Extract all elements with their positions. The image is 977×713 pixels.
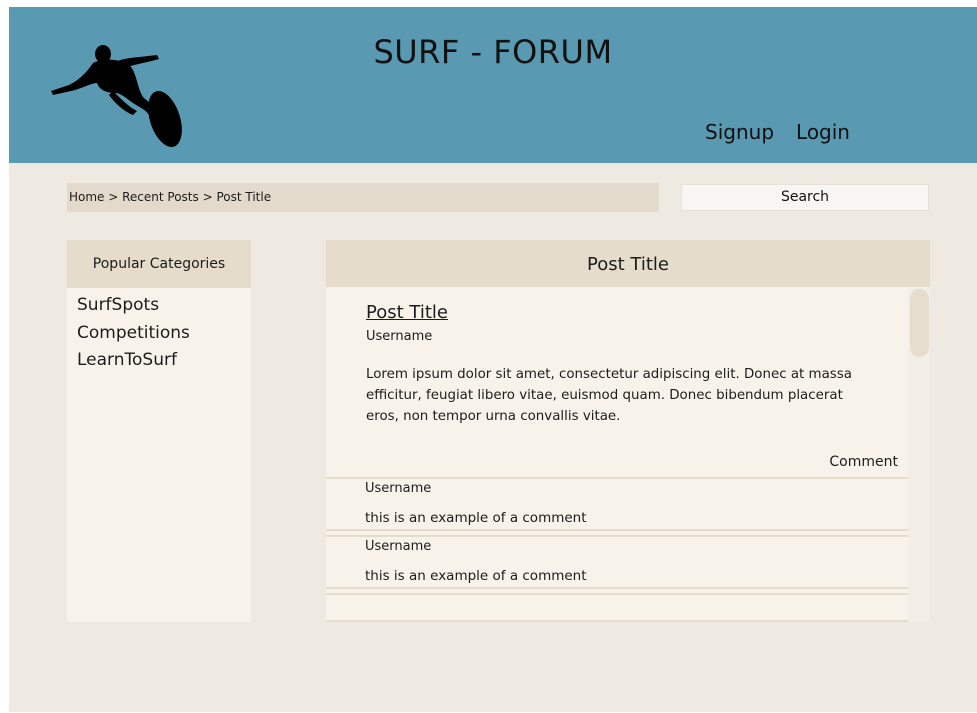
comment-username[interactable]: Username [365,481,431,496]
comment-button[interactable]: Comment [829,454,898,470]
post-username[interactable]: Username [366,329,432,344]
categories-panel: Popular Categories SurfSpots Competition… [67,240,251,622]
comment-username[interactable]: Username [365,539,431,554]
empty-comment-row [326,593,908,622]
comment-text: this is an example of a comment [365,568,587,584]
login-link[interactable]: Login [796,120,850,144]
categories-header: Popular Categories [67,240,251,288]
search-input[interactable]: Search [681,184,929,211]
post-title: Post Title [366,302,448,323]
post-panel: Post Title Post Title Username Lorem ips… [326,240,930,622]
auth-nav: Signup Login [705,120,850,144]
scrollbar[interactable] [908,288,930,622]
post-body: Lorem ipsum dolor sit amet, consectetur … [366,367,852,424]
scrollbar-thumb[interactable] [910,289,929,357]
post-content: Post Title Username Lorem ipsum dolor si… [326,288,908,478]
category-item-learntosurf[interactable]: LearnToSurf [77,347,251,375]
categories-list: SurfSpots Competitions LearnToSurf [67,288,251,375]
comment-item: Username this is an example of a comment [326,535,908,589]
post-panel-title: Post Title [326,240,930,287]
signup-link[interactable]: Signup [705,120,774,144]
comment-text: this is an example of a comment [365,510,587,526]
comment-item: Username this is an example of a comment [326,477,908,531]
category-item-competitions[interactable]: Competitions [77,320,251,348]
site-title: SURF - FORUM [373,33,613,71]
site-header: SURF - FORUM Signup Login [9,7,977,163]
breadcrumb[interactable]: Home > Recent Posts > Post Title [67,183,659,212]
category-item-surfspots[interactable]: SurfSpots [77,292,251,320]
